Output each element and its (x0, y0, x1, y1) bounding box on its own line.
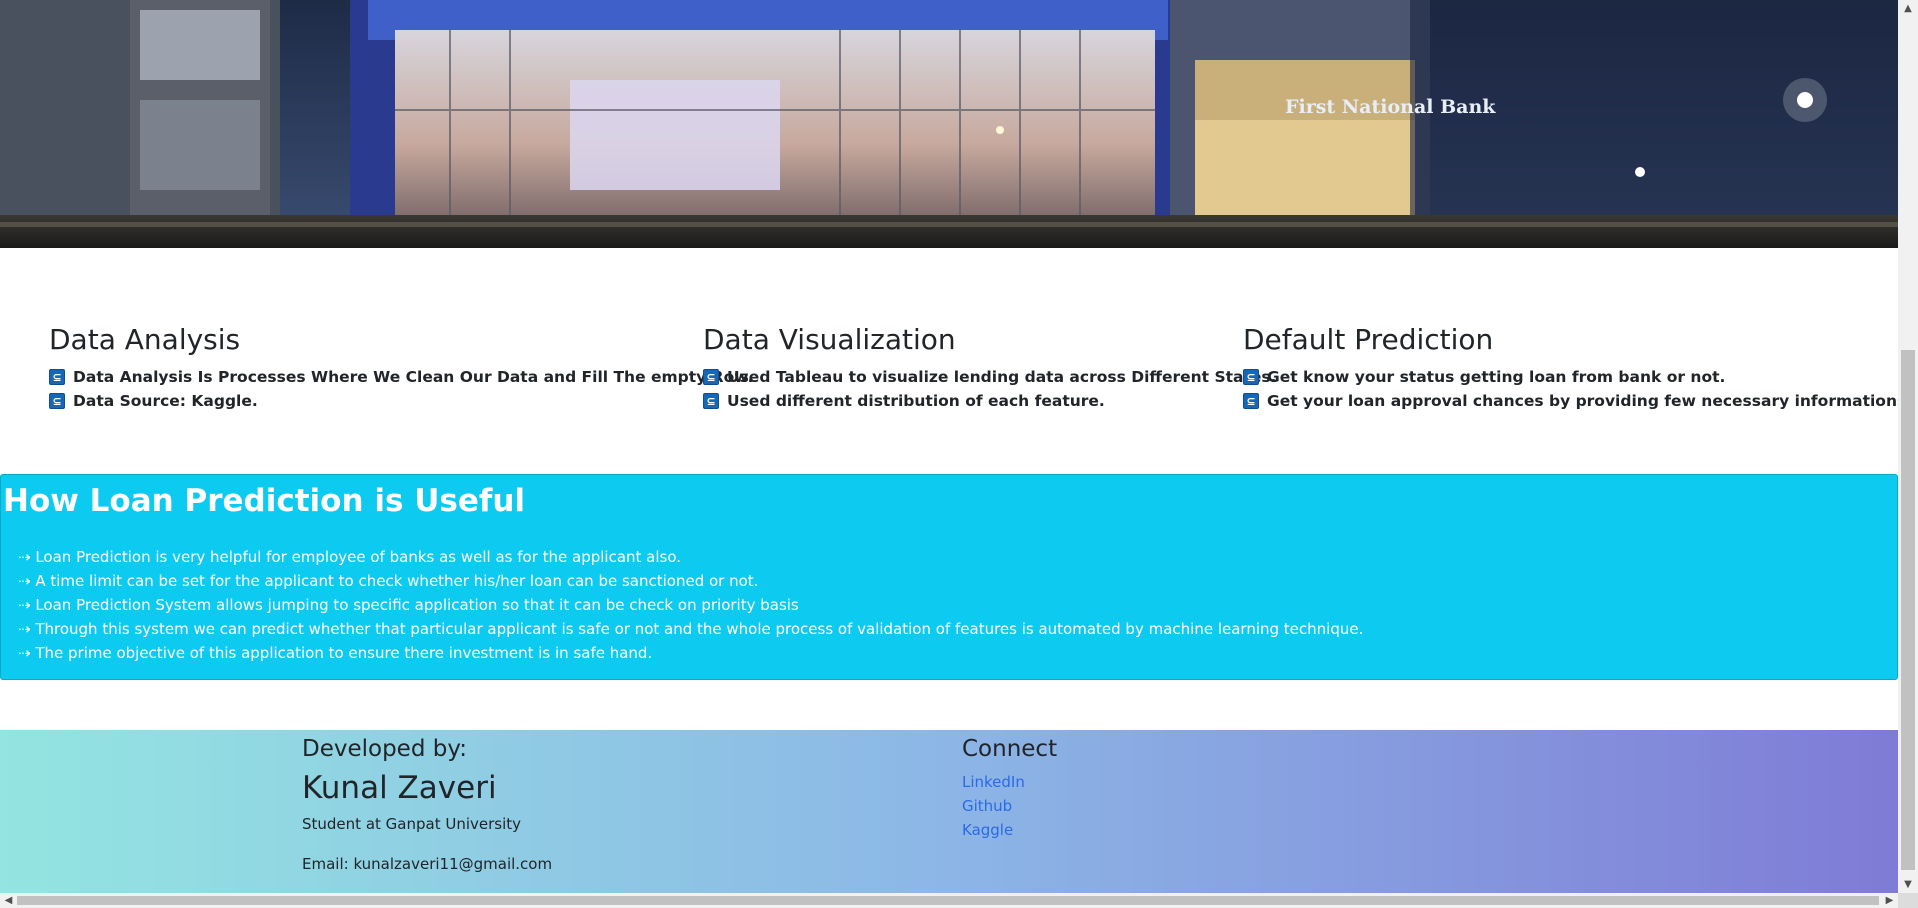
feature-data-analysis: Data Analysis ⊆ Data Analysis Is Processe… (49, 323, 753, 413)
scroll-right-arrow-icon[interactable]: ▶ (1881, 893, 1898, 908)
feature-data-visualization: Data Visualization ⊆ Used Tableau to visu… (703, 323, 1277, 413)
useful-item: ⇢ Through this system we can predict whe… (18, 620, 1364, 638)
footer: Developed by: Kunal Zaveri Student at Ga… (0, 730, 1898, 893)
useful-item: ⇢ Loan Prediction System allows jumping … (18, 596, 799, 614)
feature-item-text: Used different distribution of each feat… (727, 392, 1105, 410)
features-section: Data Analysis ⊆ Data Analysis Is Processe… (0, 248, 1912, 474)
developer-subtitle: Student at Ganpat University (302, 815, 522, 833)
useful-item: ⇢ A time limit can be set for the applic… (18, 572, 759, 590)
feature-title: Data Analysis (49, 323, 241, 356)
horizontal-scroll-thumb[interactable] (17, 896, 1879, 905)
feature-item-text: Get your loan approval chances by provid… (1267, 392, 1913, 410)
kaggle-link[interactable]: Kaggle (962, 818, 1057, 842)
feature-item: ⊆ Used Tableau to visualize lending data … (703, 365, 1277, 389)
checkbox-arrow-icon: ⊆ (49, 393, 65, 409)
feature-default-prediction: Default Prediction ⊆ Get know your status… (1243, 323, 1912, 413)
checkbox-arrow-icon: ⊆ (703, 369, 719, 385)
feature-item: ⊆ Data Source: Kaggle. (49, 389, 753, 413)
building-sign-text: First National Bank (1285, 96, 1496, 118)
scroll-left-arrow-icon[interactable]: ◀ (0, 893, 17, 908)
feature-title: Default Prediction (1243, 323, 1494, 356)
useful-list: ⇢ Loan Prediction is very helpful for em… (18, 545, 1363, 665)
connect-heading: Connect (962, 736, 1058, 762)
feature-item-text: Get know your status getting loan from b… (1267, 368, 1726, 386)
horizontal-scrollbar[interactable]: ◀ ▶ (0, 893, 1898, 908)
github-link[interactable]: Github (962, 794, 1057, 818)
feature-item: ⊆ Data Analysis Is Processes Where We Cle… (49, 365, 753, 389)
checkbox-arrow-icon: ⊆ (1243, 369, 1259, 385)
feature-item-text: Used Tableau to visualize lending data a… (727, 368, 1277, 386)
useful-info-panel: How Loan Prediction is Useful ⇢ Loan Pre… (0, 474, 1898, 680)
developer-email: Email: kunalzaveri11@gmail.com (302, 855, 553, 873)
feature-item: ⊆ Used different distribution of each fea… (703, 389, 1277, 413)
feature-item-text: Data Source: Kaggle. (73, 392, 258, 410)
scrollbar-corner (1898, 893, 1918, 908)
scroll-up-arrow-icon[interactable]: ▲ (1898, 0, 1918, 17)
feature-item: ⊆ Get know your status getting loan from … (1243, 365, 1912, 389)
checkbox-arrow-icon: ⊆ (1243, 393, 1259, 409)
vertical-scroll-thumb[interactable] (1901, 350, 1915, 870)
scroll-down-arrow-icon[interactable]: ▼ (1898, 876, 1918, 893)
linkedin-link[interactable]: LinkedIn (962, 770, 1057, 794)
developed-by-heading: Developed by: (302, 736, 468, 762)
hero-banner-image: First National Bank (0, 0, 1898, 248)
feature-item: ⊆ Get your loan approval chances by provi… (1243, 389, 1912, 413)
checkbox-arrow-icon: ⊆ (49, 369, 65, 385)
feature-title: Data Visualization (703, 323, 956, 356)
checkbox-arrow-icon: ⊆ (703, 393, 719, 409)
useful-title: How Loan Prediction is Useful (3, 483, 526, 519)
useful-item: ⇢ The prime objective of this applicatio… (18, 644, 653, 662)
connect-section: Connect LinkedIn Github Kaggle (962, 734, 1057, 842)
vertical-scrollbar[interactable]: ▲ ▼ (1898, 0, 1918, 893)
developer-info: Developed by: Kunal Zaveri Student at Ga… (302, 734, 552, 874)
useful-item: ⇢ Loan Prediction is very helpful for em… (18, 548, 682, 566)
feature-item-text: Data Analysis Is Processes Where We Clea… (73, 368, 754, 386)
developer-name: Kunal Zaveri (302, 770, 497, 806)
